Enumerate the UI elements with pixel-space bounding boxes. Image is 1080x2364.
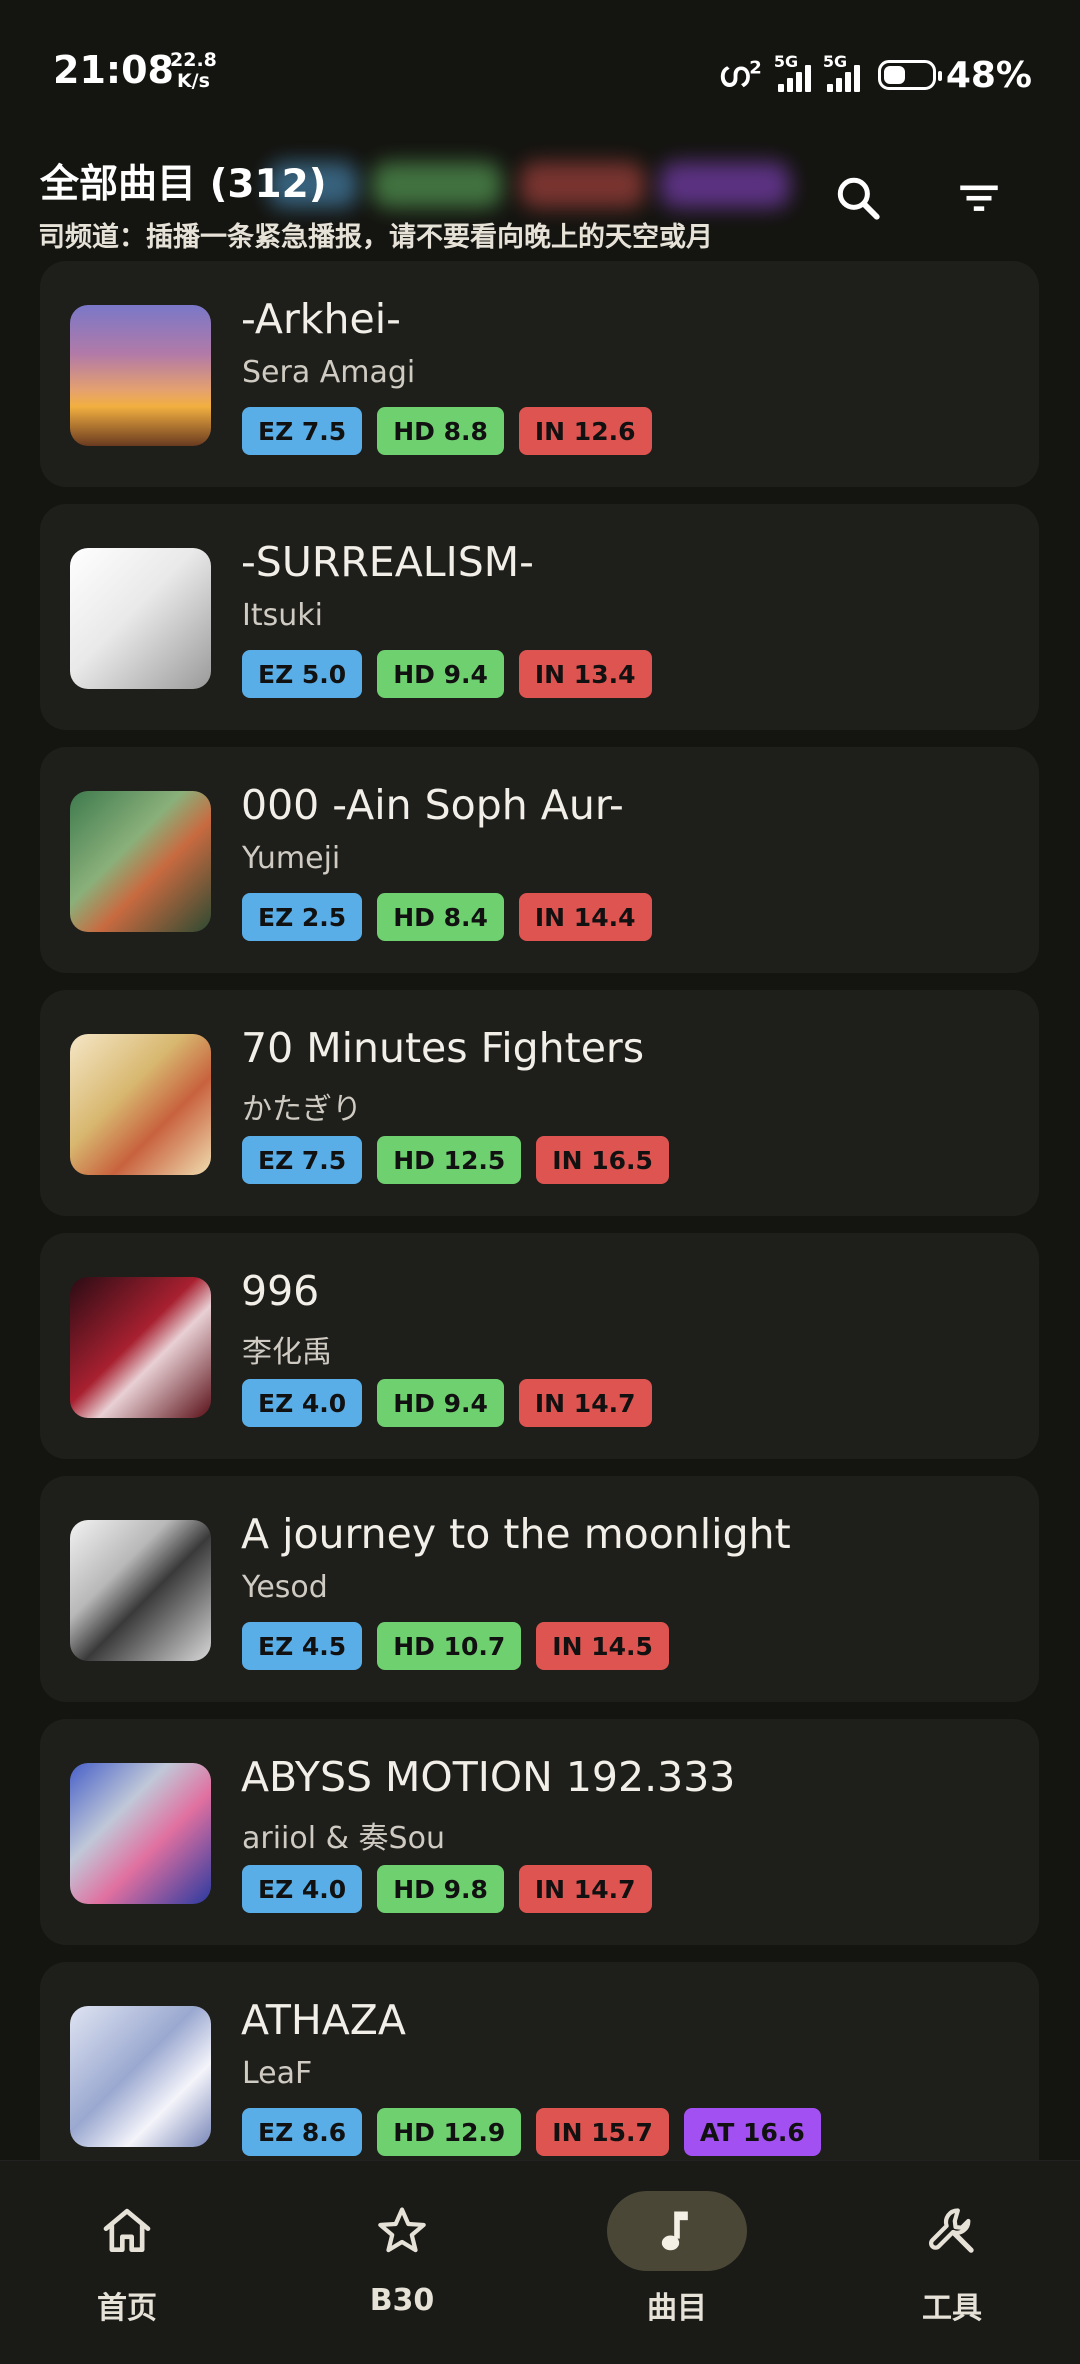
difficulty-chip-in: IN 16.5 bbox=[536, 1136, 669, 1184]
difficulty-chips: EZ 2.5 HD 8.4 IN 14.4 bbox=[242, 893, 652, 941]
difficulty-chips: EZ 5.0 HD 9.4 IN 13.4 bbox=[242, 650, 652, 698]
song-card[interactable]: -SURREALISM- Itsuki EZ 5.0 HD 9.4 IN 13.… bbox=[40, 504, 1039, 730]
difficulty-chip-ez: EZ 4.0 bbox=[242, 1379, 363, 1427]
difficulty-chip-hd: HD 12.9 bbox=[377, 2108, 522, 2156]
home-icon bbox=[57, 2191, 197, 2271]
nav-songs[interactable]: 曲目 bbox=[597, 2191, 757, 2341]
album-cover bbox=[70, 791, 211, 932]
difficulty-chip-hd: HD 12.5 bbox=[377, 1136, 522, 1184]
song-card[interactable]: -Arkhei- Sera Amagi EZ 7.5 HD 8.8 IN 12.… bbox=[40, 261, 1039, 487]
nav-label: 工具 bbox=[922, 2291, 982, 2326]
signal-icon: 5G bbox=[774, 52, 811, 92]
search-button[interactable] bbox=[818, 158, 898, 238]
difficulty-chips: EZ 8.6 HD 12.9 IN 15.7 AT 16.6 bbox=[242, 2108, 821, 2156]
album-cover bbox=[70, 2006, 211, 2147]
bottom-navigation: 首页 B30 曲目 工具 bbox=[0, 2160, 1080, 2364]
song-card[interactable]: 996 李化禹 EZ 4.0 HD 9.4 IN 14.7 bbox=[40, 1233, 1039, 1459]
song-card[interactable]: 000 -Ain Soph Aur- Yumeji EZ 2.5 HD 8.4 … bbox=[40, 747, 1039, 973]
difficulty-chip-ez: EZ 2.5 bbox=[242, 893, 363, 941]
song-title: 000 -Ain Soph Aur- bbox=[241, 781, 624, 829]
filter-icon bbox=[960, 185, 998, 211]
song-title: A journey to the moonlight bbox=[241, 1510, 791, 1558]
difficulty-chip-hd: HD 9.8 bbox=[377, 1865, 504, 1913]
difficulty-chip-hd: HD 9.4 bbox=[377, 1379, 504, 1427]
song-card[interactable]: A journey to the moonlight Yesod EZ 4.5 … bbox=[40, 1476, 1039, 1702]
clock: 21:08 bbox=[53, 48, 174, 92]
difficulty-chips: EZ 7.5 HD 12.5 IN 16.5 bbox=[242, 1136, 669, 1184]
difficulty-chip-hd: HD 10.7 bbox=[377, 1622, 522, 1670]
album-cover bbox=[70, 1277, 211, 1418]
song-artist: Sera Amagi bbox=[242, 355, 416, 390]
status-icons: ഗ2 5G 5G 48% bbox=[718, 50, 1032, 100]
album-cover bbox=[70, 1763, 211, 1904]
difficulty-chip-ez: EZ 4.0 bbox=[242, 1865, 363, 1913]
album-cover bbox=[70, 305, 211, 446]
difficulty-chip-at: AT 16.6 bbox=[683, 2108, 821, 2156]
difficulty-chip-ez: EZ 4.5 bbox=[242, 1622, 363, 1670]
difficulty-chip-hd: HD 8.4 bbox=[377, 893, 504, 941]
difficulty-chip-in: IN 14.4 bbox=[518, 893, 652, 941]
difficulty-chip-in: IN 14.7 bbox=[518, 1379, 652, 1427]
song-artist: ariiol & 奏Sou bbox=[242, 1821, 445, 1856]
album-cover bbox=[70, 548, 211, 689]
song-artist: Yumeji bbox=[242, 841, 341, 876]
song-artist: Itsuki bbox=[242, 598, 323, 633]
song-card[interactable]: 70 Minutes Fighters かたぎり EZ 7.5 HD 12.5 … bbox=[40, 990, 1039, 1216]
difficulty-chip-in: IN 15.7 bbox=[536, 2108, 669, 2156]
battery-icon bbox=[877, 60, 942, 90]
marquee-text: 司频道：插播一条紧急播报，请不要看向晚上的天空或月 bbox=[38, 222, 713, 253]
difficulty-chip-ez: EZ 7.5 bbox=[242, 407, 363, 455]
page-title: 全部曲目 (312) bbox=[40, 162, 327, 207]
hotspot-icon: ഗ2 bbox=[718, 55, 762, 95]
song-artist: LeaF bbox=[242, 2056, 313, 2091]
song-artist: Yesod bbox=[242, 1570, 328, 1605]
star-icon bbox=[332, 2191, 472, 2271]
difficulty-chips: EZ 7.5 HD 8.8 IN 12.6 bbox=[242, 407, 652, 455]
song-list: -Arkhei- Sera Amagi EZ 7.5 HD 8.8 IN 12.… bbox=[40, 261, 1039, 2205]
nav-label: 首页 bbox=[97, 2291, 157, 2326]
difficulty-chip-in: IN 14.7 bbox=[518, 1865, 652, 1913]
signal-icon: 5G bbox=[823, 52, 860, 92]
nav-label: B30 bbox=[369, 2283, 435, 2318]
nav-tools[interactable]: 工具 bbox=[872, 2191, 1032, 2341]
difficulty-chips: EZ 4.0 HD 9.8 IN 14.7 bbox=[242, 1865, 652, 1913]
difficulty-chip-in: IN 14.5 bbox=[536, 1622, 669, 1670]
song-artist: かたぎり bbox=[242, 1092, 362, 1127]
nav-label: 曲目 bbox=[647, 2291, 707, 2326]
nav-home[interactable]: 首页 bbox=[47, 2191, 207, 2341]
difficulty-chip-hd: HD 9.4 bbox=[377, 650, 504, 698]
filter-button[interactable] bbox=[939, 158, 1019, 238]
difficulty-chip-in: IN 12.6 bbox=[518, 407, 652, 455]
nav-b30[interactable]: B30 bbox=[322, 2191, 482, 2341]
difficulty-chips: EZ 4.0 HD 9.4 IN 14.7 bbox=[242, 1379, 652, 1427]
battery-percent: 48% bbox=[945, 54, 1032, 96]
song-title: ABYSS MOTION 192.333 bbox=[241, 1753, 736, 1801]
search-icon bbox=[837, 177, 880, 220]
difficulty-chip-in: IN 13.4 bbox=[518, 650, 652, 698]
difficulty-chips: EZ 4.5 HD 10.7 IN 14.5 bbox=[242, 1622, 669, 1670]
difficulty-chip-ez: EZ 8.6 bbox=[242, 2108, 363, 2156]
song-title: 70 Minutes Fighters bbox=[241, 1024, 645, 1072]
album-cover bbox=[70, 1034, 211, 1175]
wrench-icon bbox=[882, 2191, 1022, 2271]
song-title: 996 bbox=[241, 1267, 320, 1315]
difficulty-chip-ez: EZ 5.0 bbox=[242, 650, 363, 698]
music-note-icon bbox=[607, 2191, 747, 2271]
song-artist: 李化禹 bbox=[242, 1335, 332, 1370]
network-speed: 22.8 K/s bbox=[170, 49, 217, 92]
difficulty-chip-ez: EZ 7.5 bbox=[242, 1136, 363, 1184]
song-title: ATHAZA bbox=[241, 1996, 406, 2044]
status-bar: 21:08 22.8 K/s ഗ2 5G 5G 48% bbox=[0, 0, 1080, 140]
song-card[interactable]: ABYSS MOTION 192.333 ariiol & 奏Sou EZ 4.… bbox=[40, 1719, 1039, 1945]
album-cover bbox=[70, 1520, 211, 1661]
difficulty-chip-hd: HD 8.8 bbox=[377, 407, 504, 455]
song-title: -Arkhei- bbox=[241, 295, 401, 343]
song-title: -SURREALISM- bbox=[241, 538, 534, 586]
song-card[interactable]: ATHAZA LeaF EZ 8.6 HD 12.9 IN 15.7 AT 16… bbox=[40, 1962, 1039, 2188]
